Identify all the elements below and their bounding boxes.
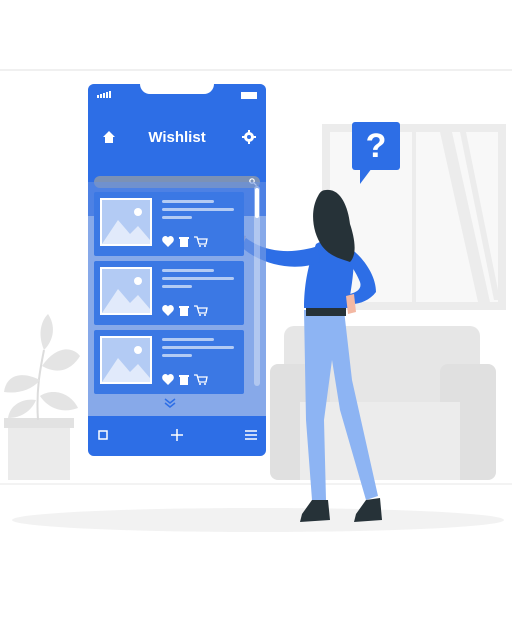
page-title: Wishlist	[148, 129, 206, 146]
cart-icon[interactable]	[194, 305, 208, 316]
phone-notch	[140, 84, 214, 94]
product-image	[100, 198, 152, 246]
floor-shadow	[12, 508, 504, 532]
scrollbar-thumb[interactable]	[255, 188, 259, 218]
chevron-double-down-icon[interactable]	[164, 398, 176, 408]
signal-icon	[97, 91, 113, 98]
heart-icon[interactable]	[162, 374, 174, 385]
status-bar	[88, 84, 266, 106]
item-actions	[162, 305, 208, 316]
question-bubble-tail	[360, 168, 372, 184]
item-actions	[162, 374, 208, 385]
list-item[interactable]	[94, 330, 244, 394]
cart-icon[interactable]	[194, 236, 208, 247]
trash-icon[interactable]	[179, 374, 189, 385]
heart-icon[interactable]	[162, 305, 174, 316]
question-bubble: ?	[352, 122, 400, 170]
illustration-stage: ? Wishlist	[0, 0, 512, 628]
phone-screen: Wishlist	[88, 84, 266, 456]
plant	[4, 314, 80, 480]
trash-icon[interactable]	[179, 236, 189, 247]
trash-icon[interactable]	[179, 305, 189, 316]
product-image	[100, 267, 152, 315]
list-item[interactable]	[94, 192, 244, 256]
product-image	[100, 336, 152, 384]
gear-icon[interactable]	[242, 130, 256, 144]
bottom-nav	[88, 416, 266, 456]
item-actions	[162, 236, 208, 247]
heart-icon[interactable]	[162, 236, 174, 247]
square-icon[interactable]	[96, 428, 110, 442]
list-item[interactable]	[94, 261, 244, 325]
plus-icon[interactable]	[170, 428, 184, 442]
scrollbar[interactable]	[254, 186, 260, 386]
cart-icon[interactable]	[194, 374, 208, 385]
battery-icon	[241, 92, 257, 99]
wishlist-list	[88, 182, 266, 416]
menu-icon[interactable]	[244, 428, 258, 442]
